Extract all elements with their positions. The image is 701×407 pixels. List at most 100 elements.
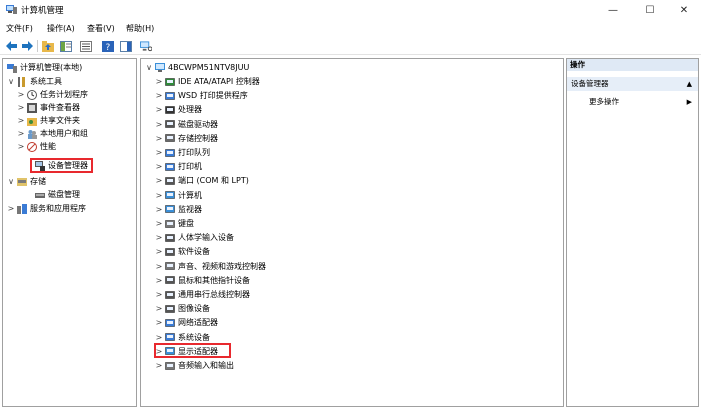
chevron-right-icon[interactable]: > [155, 105, 163, 114]
device-category-sound[interactable]: > 声音、视频和游戏控制器 [155, 260, 266, 273]
device-category-monitor[interactable]: > 监视器 [155, 203, 202, 216]
device-category-ide-controller[interactable]: > IDE ATA/ATAPI 控制器 [155, 75, 260, 88]
close-button[interactable]: ✕ [667, 0, 701, 20]
tree-item-event-viewer[interactable]: > 事件查看器 [17, 101, 80, 114]
chevron-down-icon[interactable]: ∨ [7, 77, 15, 86]
tree-item-storage[interactable]: ∨ 存储 [7, 175, 46, 188]
actions-section-device-manager[interactable]: 设备管理器 ▲ [567, 77, 698, 91]
chevron-down-icon[interactable]: ∨ [145, 63, 153, 72]
console-tree-pane: 计算机管理(本地) ∨ 系统工具 > 任务计划程序 > 事件查看器 > 共享文件… [2, 58, 137, 407]
chevron-right-icon[interactable]: > [155, 318, 163, 327]
tree-label: 磁盘管理 [48, 190, 80, 199]
device-category-label: 声音、视频和游戏控制器 [178, 261, 266, 271]
chevron-right-icon[interactable]: > [155, 219, 163, 228]
chevron-right-icon[interactable]: > [17, 129, 25, 138]
tree-item-shared-folders[interactable]: > 共享文件夹 [17, 114, 80, 127]
forward-icon[interactable] [21, 40, 33, 52]
device-category-hid[interactable]: > 人体学输入设备 [155, 231, 234, 244]
tree-item-computer-management[interactable]: 计算机管理(本地) [5, 61, 82, 74]
device-category-mouse[interactable]: > 鼠标和其他指针设备 [155, 274, 250, 287]
help-icon[interactable]: ? [102, 40, 114, 52]
computer-icon [165, 190, 175, 200]
tree-item-performance[interactable]: > 性能 [17, 140, 56, 153]
device-category-keyboard[interactable]: > 键盘 [155, 217, 194, 230]
device-category-label: 通用串行总线控制器 [178, 290, 250, 299]
chevron-right-icon[interactable]: > [155, 333, 163, 342]
device-category-computer[interactable]: > 计算机 [155, 189, 202, 202]
tree-item-services[interactable]: > 服务和应用程序 [7, 202, 86, 215]
device-tree-root[interactable]: ∨ 4BCWPM51NTV8JUU [145, 61, 249, 74]
processor-icon [165, 105, 175, 115]
hid-icon [165, 233, 175, 243]
wsd-print-icon [165, 91, 175, 101]
actions-pane: 操作 设备管理器 ▲ 更多操作 ▶ [566, 58, 699, 407]
device-category-usb[interactable]: > 通用串行总线控制器 [155, 288, 250, 301]
chevron-right-icon[interactable]: > [17, 103, 25, 112]
collapse-up-icon[interactable]: ▲ [687, 77, 692, 91]
chevron-right-icon[interactable]: > [155, 304, 163, 313]
chevron-right-icon[interactable]: > [155, 290, 163, 299]
menu-view[interactable]: 查看(V) [87, 23, 115, 34]
device-category-wsd-print[interactable]: > WSD 打印提供程序 [155, 89, 248, 102]
device-category-disk-drive[interactable]: > 磁盘驱动器 [155, 118, 218, 131]
device-category-label: 存储控制器 [178, 133, 218, 143]
device-category-label: 监视器 [178, 204, 202, 214]
folder-up-icon[interactable] [42, 40, 54, 52]
menu-file[interactable]: 文件(F) [6, 23, 33, 34]
device-category-network-adapter[interactable]: > 网络适配器 [155, 316, 218, 329]
chevron-right-icon[interactable]: > [155, 91, 163, 100]
tree-label: 性能 [40, 142, 56, 151]
tree-item-task-scheduler[interactable]: > 任务计划程序 [17, 88, 88, 101]
tree-item-system-tools[interactable]: ∨ 系统工具 [7, 75, 62, 88]
device-category-processor[interactable]: > 处理器 [155, 103, 202, 116]
device-category-imaging[interactable]: > 图像设备 [155, 302, 210, 315]
device-category-software-device[interactable]: > 软件设备 [155, 245, 210, 258]
back-icon[interactable] [5, 40, 17, 52]
system-tools-icon [17, 76, 27, 87]
properties-icon[interactable] [80, 40, 92, 52]
chevron-right-icon[interactable]: > [155, 276, 163, 285]
chevron-right-icon[interactable]: > [155, 148, 163, 157]
chevron-right-icon[interactable]: > [155, 191, 163, 200]
chevron-right-icon[interactable]: > [155, 247, 163, 256]
device-category-audio-io[interactable]: > 音频输入和输出 [155, 359, 234, 372]
more-actions-label: 更多操作 [589, 97, 619, 106]
chevron-right-icon[interactable]: > [17, 116, 25, 125]
device-category-label: 键盘 [178, 219, 194, 228]
device-category-print-queue[interactable]: > 打印队列 [155, 146, 210, 159]
tree-item-device-manager[interactable]: 设备管理器 [25, 159, 88, 172]
show-action-pane-icon[interactable] [120, 40, 132, 52]
chevron-right-icon[interactable]: > [17, 142, 25, 151]
show-hide-tree-icon[interactable] [60, 40, 72, 52]
tree-item-local-users[interactable]: > 本地用户和组 [17, 127, 88, 140]
chevron-right-icon[interactable]: > [155, 205, 163, 214]
menu-action[interactable]: 操作(A) [47, 23, 75, 34]
device-category-port[interactable]: > 端口 (COM 和 LPT) [155, 174, 249, 187]
chevron-right-icon[interactable]: > [155, 77, 163, 86]
menu-help[interactable]: 帮助(H) [126, 23, 154, 34]
chevron-right-icon[interactable]: > [155, 176, 163, 185]
chevron-right-icon[interactable]: > [155, 233, 163, 242]
device-category-label: 系统设备 [178, 332, 210, 342]
chevron-right-icon[interactable]: > [7, 204, 15, 213]
title-bar: 计算机管理 — ☐ ✕ [0, 0, 701, 20]
chevron-right-icon[interactable]: > [155, 134, 163, 143]
chevron-right-icon[interactable]: > [155, 120, 163, 129]
more-actions-item[interactable]: 更多操作 ▶ [567, 95, 698, 109]
device-category-printer[interactable]: > 打印机 [155, 160, 202, 173]
device-category-system-device[interactable]: > 系统设备 [155, 331, 210, 344]
tree-item-disk-management[interactable]: 磁盘管理 [25, 188, 80, 201]
chevron-right-icon[interactable]: > [155, 262, 163, 271]
chevron-down-icon[interactable]: ∨ [7, 177, 15, 186]
computer-management-app-icon [6, 5, 17, 14]
device-category-label: 图像设备 [178, 304, 210, 314]
minimize-button[interactable]: — [596, 0, 630, 20]
chevron-right-icon[interactable]: > [155, 162, 163, 171]
device-category-storage-controller[interactable]: > 存储控制器 [155, 132, 218, 145]
chevron-right-icon[interactable]: > [155, 361, 163, 370]
scan-hardware-icon[interactable] [140, 40, 152, 52]
chevron-right-icon[interactable]: > [17, 90, 25, 99]
computer-management-icon [7, 63, 17, 73]
maximize-button[interactable]: ☐ [633, 0, 667, 20]
device-category-label: 鼠标和其他指针设备 [178, 275, 250, 285]
